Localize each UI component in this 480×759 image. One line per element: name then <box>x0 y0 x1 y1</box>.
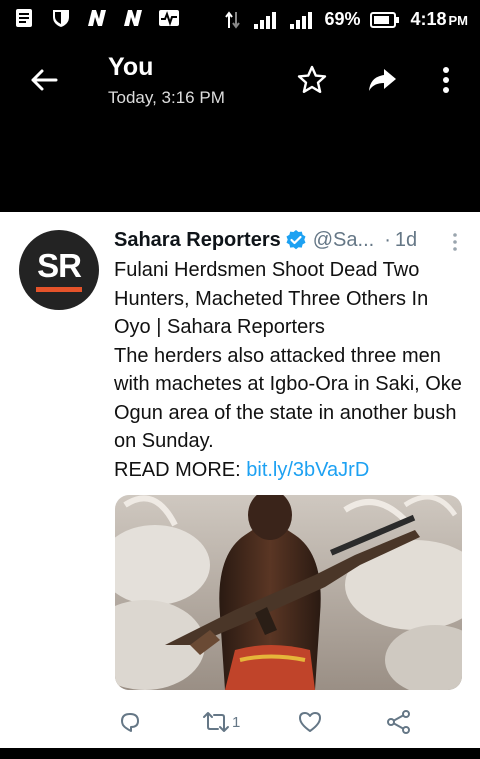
tweet-text: Fulani Herdsmen Shoot Dead Two Hunters, … <box>114 256 464 484</box>
app-bar: You Today, 3:16 PM <box>0 40 480 212</box>
clock-ampm: PM <box>448 13 469 28</box>
status-right: 69% 4:18 PM <box>224 9 468 30</box>
activity-icon <box>159 10 179 27</box>
data-arrows-icon <box>225 10 241 29</box>
bottom-strip <box>0 748 480 759</box>
status-bar: 69% 4:18 PM <box>0 0 480 40</box>
n-app-icon <box>124 10 142 26</box>
tweet-actions: 1 <box>114 708 464 738</box>
signal-icon <box>254 11 277 29</box>
tweet-headline: Fulani Herdsmen Shoot Dead Two Hunters, … <box>114 259 429 338</box>
notes-icon <box>16 9 32 27</box>
shield-icon <box>53 10 69 27</box>
page-title: You <box>108 53 154 81</box>
retweet-button[interactable]: 1 <box>202 708 240 736</box>
star-icon[interactable] <box>296 64 328 96</box>
read-more-label: READ MORE: <box>114 458 241 481</box>
tweet-card[interactable]: SR Sahara Reporters @Sa... · 1d Fulani H… <box>0 212 480 748</box>
share-button[interactable] <box>386 708 412 736</box>
retweet-count: 1 <box>232 713 241 731</box>
tweet-image[interactable] <box>115 495 462 690</box>
read-more-line: READ MORE: bit.ly/3bVaJrD <box>114 456 464 485</box>
clock-time: 4:18 <box>410 9 447 29</box>
reply-icon <box>121 713 139 732</box>
more-vertical-icon[interactable] <box>430 64 462 96</box>
signal-icon <box>290 11 313 29</box>
tweet-header: Sahara Reporters @Sa... · 1d <box>114 226 464 254</box>
retweet-icon <box>203 712 229 732</box>
back-arrow-icon[interactable] <box>26 62 62 98</box>
clock: 4:18 PM <box>410 9 468 30</box>
battery-icon <box>370 11 400 28</box>
verified-badge-icon <box>286 230 306 250</box>
tweet-body-text: The herders also attacked three men with… <box>114 344 462 453</box>
separator-dot: · <box>384 228 391 251</box>
tweet-body: Sahara Reporters @Sa... · 1d Fulani Herd… <box>114 226 464 484</box>
tweet-more-icon[interactable] <box>452 232 458 252</box>
tweet-time: 1d <box>394 228 418 251</box>
notification-icons <box>14 8 180 28</box>
avatar[interactable]: SR <box>19 230 99 310</box>
article-link[interactable]: bit.ly/3bVaJrD <box>246 459 369 481</box>
reply-button[interactable] <box>118 708 142 736</box>
page-subtitle: Today, 3:16 PM <box>108 88 225 107</box>
n-app-icon <box>88 10 106 26</box>
share-icon <box>387 710 410 734</box>
author-name[interactable]: Sahara Reporters <box>114 229 281 252</box>
avatar-logo-text: SR <box>37 247 82 284</box>
battery-percent: 69% <box>324 9 361 29</box>
avatar-logo-bar <box>36 287 82 292</box>
share-forward-icon[interactable] <box>366 64 398 96</box>
heart-icon <box>299 712 321 732</box>
author-handle[interactable]: @Sa... <box>313 229 374 252</box>
like-button[interactable] <box>297 708 323 736</box>
